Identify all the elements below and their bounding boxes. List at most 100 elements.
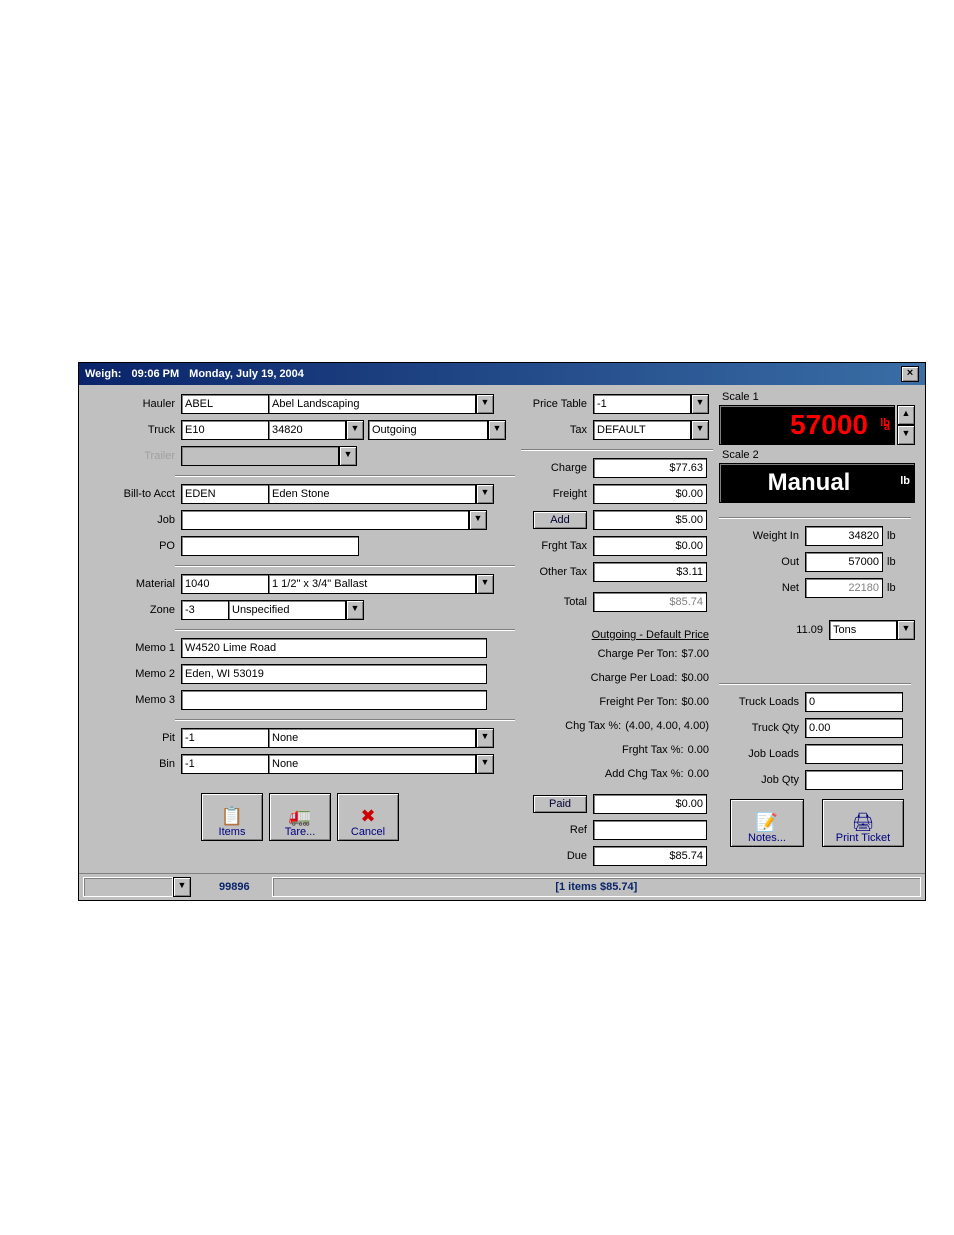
- material-code-input[interactable]: [181, 574, 269, 594]
- divider: [175, 719, 515, 721]
- scale1-label: Scale 1: [722, 391, 915, 403]
- notes-icon: 📝: [756, 812, 778, 832]
- weight-in-input[interactable]: [805, 526, 883, 546]
- charge-per-load-label: Charge Per Load:: [591, 672, 678, 684]
- zone-dropdown-button[interactable]: ▼: [346, 600, 364, 620]
- divider: [521, 449, 713, 451]
- title-time: 09:06 PM: [131, 368, 179, 380]
- frght-tax-input[interactable]: [593, 536, 707, 556]
- charge-per-ton-value: $7.00: [681, 648, 709, 660]
- cancel-button[interactable]: ✖ Cancel: [337, 793, 399, 841]
- converted-value: 11.09: [719, 624, 829, 636]
- freight-per-ton-label: Freight Per Ton:: [599, 696, 677, 708]
- paid-input[interactable]: [593, 794, 707, 814]
- billto-name-input[interactable]: [268, 484, 476, 504]
- weight-net-unit: lb: [887, 582, 896, 594]
- hauler-dropdown-button[interactable]: ▼: [476, 394, 494, 414]
- po-input[interactable]: [181, 536, 359, 556]
- charge-label: Charge: [521, 462, 593, 474]
- other-tax-input[interactable]: [593, 562, 707, 582]
- zone-label: Zone: [85, 604, 181, 616]
- bin-desc-input[interactable]: [268, 754, 476, 774]
- bin-code-input[interactable]: [181, 754, 269, 774]
- frght-tax-pct-label: Frght Tax %:: [622, 744, 684, 756]
- ref-input[interactable]: [593, 820, 707, 840]
- items-icon: 📋: [221, 806, 243, 826]
- status-summary: [1 items $85.74]: [555, 881, 637, 893]
- trailer-dropdown-button: ▼: [339, 446, 357, 466]
- hauler-code-input[interactable]: [181, 394, 269, 414]
- hauler-name-input[interactable]: [268, 394, 476, 414]
- truck-tare-dropdown-button[interactable]: ▼: [346, 420, 364, 440]
- material-desc-input[interactable]: [268, 574, 476, 594]
- items-button[interactable]: 📋 Items: [201, 793, 263, 841]
- truck-code-input[interactable]: [181, 420, 269, 440]
- memo2-input[interactable]: [181, 664, 487, 684]
- notes-button[interactable]: 📝 Notes...: [730, 799, 804, 847]
- material-dropdown-button[interactable]: ▼: [476, 574, 494, 594]
- memo3-input[interactable]: [181, 690, 487, 710]
- truck-tare-input[interactable]: [268, 420, 346, 440]
- converted-unit-input[interactable]: [829, 620, 897, 640]
- truck-loads-input[interactable]: [805, 692, 903, 712]
- bin-dropdown-button[interactable]: ▼: [476, 754, 494, 774]
- tare-button[interactable]: 🚛 Tare...: [269, 793, 331, 841]
- charge-input[interactable]: [593, 458, 707, 478]
- memo1-label: Memo 1: [85, 642, 181, 654]
- truck-direction-dropdown-button[interactable]: ▼: [488, 420, 506, 440]
- truck-label: Truck: [85, 424, 181, 436]
- pit-dropdown-button[interactable]: ▼: [476, 728, 494, 748]
- print-ticket-button-label: Print Ticket: [836, 832, 890, 844]
- memo1-input[interactable]: [181, 638, 487, 658]
- memo3-label: Memo 3: [85, 694, 181, 706]
- scale-down-button[interactable]: ▼: [897, 425, 915, 445]
- paid-button[interactable]: Paid: [533, 795, 587, 813]
- tax-input[interactable]: [593, 420, 691, 440]
- price-table-input[interactable]: [593, 394, 691, 414]
- job-loads-input[interactable]: [805, 744, 903, 764]
- price-info-header: Outgoing - Default Price: [521, 629, 709, 641]
- converted-unit-dropdown-button[interactable]: ▼: [897, 620, 915, 640]
- memo2-label: Memo 2: [85, 668, 181, 680]
- title-date: Monday, July 19, 2004: [189, 368, 304, 380]
- right-panel: Scale 1 57000 lb a ▲ ▼ Scale 2 Manual lb…: [719, 391, 915, 869]
- ref-label: Ref: [521, 824, 593, 836]
- scale2-label: Scale 2: [722, 449, 915, 461]
- weight-net-output: [805, 578, 883, 598]
- status-combo-dropdown-button[interactable]: ▼: [173, 877, 191, 897]
- truck-qty-input[interactable]: [805, 718, 903, 738]
- frght-tax-label: Frght Tax: [521, 540, 593, 552]
- weight-out-input[interactable]: [805, 552, 883, 572]
- job-qty-input[interactable]: [805, 770, 903, 790]
- pit-code-input[interactable]: [181, 728, 269, 748]
- add-input[interactable]: [593, 510, 707, 530]
- truck-direction-input[interactable]: [368, 420, 488, 440]
- tax-label: Tax: [521, 424, 593, 436]
- cancel-icon: ✖: [360, 806, 375, 826]
- scale1-sub: a: [884, 412, 890, 442]
- tax-dropdown-button[interactable]: ▼: [691, 420, 709, 440]
- billto-code-input[interactable]: [181, 484, 269, 504]
- zone-code-input[interactable]: [181, 600, 229, 620]
- close-button[interactable]: ×: [901, 366, 919, 382]
- weight-out-unit: lb: [887, 556, 896, 568]
- scale-up-button[interactable]: ▲: [897, 405, 915, 425]
- pit-desc-input[interactable]: [268, 728, 476, 748]
- ticket-number: 99896: [219, 881, 250, 893]
- freight-input[interactable]: [593, 484, 707, 504]
- statusbar: ▼ 99896 [1 items $85.74]: [79, 873, 925, 900]
- freight-label: Freight: [521, 488, 593, 500]
- status-combo[interactable]: [83, 877, 173, 897]
- job-input[interactable]: [181, 510, 469, 530]
- titlebar: Weigh: 09:06 PM Monday, July 19, 2004 ×: [79, 363, 925, 385]
- zone-desc-input[interactable]: [228, 600, 346, 620]
- add-button[interactable]: Add: [533, 511, 587, 529]
- scale2-display: Manual lb: [719, 463, 915, 503]
- print-ticket-button[interactable]: 🖨 Print Ticket: [822, 799, 904, 847]
- billto-dropdown-button[interactable]: ▼: [476, 484, 494, 504]
- price-table-dropdown-button[interactable]: ▼: [691, 394, 709, 414]
- cancel-button-label: Cancel: [351, 826, 385, 838]
- due-label: Due: [521, 850, 593, 862]
- job-dropdown-button[interactable]: ▼: [469, 510, 487, 530]
- divider: [175, 565, 515, 567]
